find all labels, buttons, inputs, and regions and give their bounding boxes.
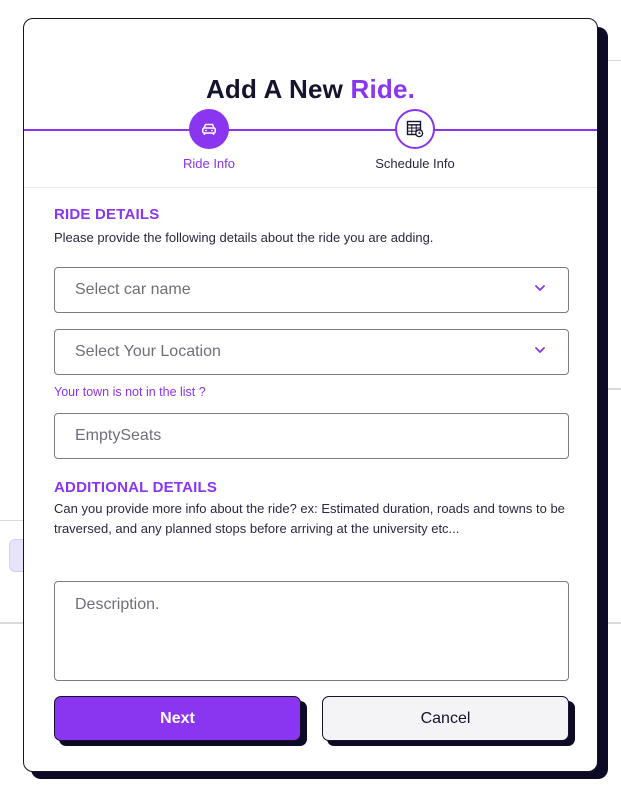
step-schedule-info-label: Schedule Info [375,156,455,171]
car-name-select-placeholder: Select car name [75,281,191,298]
description-textarea[interactable]: Description. [54,581,569,681]
description-placeholder: Description. [75,596,160,613]
location-select[interactable]: Select Your Location [54,329,569,375]
modal-title: Add A New Ride. [24,74,597,105]
ride-details-description: Please provide the following details abo… [54,230,434,245]
next-button[interactable]: Next [54,696,301,741]
chevron-down-icon [535,285,545,291]
town-not-in-list-link[interactable]: Your town is not in the list ? [54,385,206,399]
add-ride-modal: Add A New Ride. Ride Info Schedule Info … [23,18,598,772]
ride-details-title: RIDE DETAILS [54,206,160,223]
location-select-placeholder: Select Your Location [75,343,221,360]
additional-details-title: ADDITIONAL DETAILS [54,479,218,496]
car-icon [202,123,216,135]
modal-title-accent: Ride. [350,74,416,104]
chevron-down-icon [535,347,545,353]
step-schedule-info[interactable] [395,109,435,149]
step-ride-info-label: Ride Info [182,156,236,171]
empty-seats-placeholder: EmptySeats [75,427,162,444]
car-name-select[interactable]: Select car name [54,267,569,313]
empty-seats-input[interactable]: EmptySeats [54,413,569,459]
cancel-button[interactable]: Cancel [322,696,569,741]
additional-details-description: Can you provide more info about the ride… [54,501,565,536]
step-ride-info[interactable] [189,109,229,149]
header-divider [24,187,597,188]
schedule-table-icon [406,120,424,138]
modal-title-main: Add A New [205,74,351,104]
stepper-line [24,129,597,131]
